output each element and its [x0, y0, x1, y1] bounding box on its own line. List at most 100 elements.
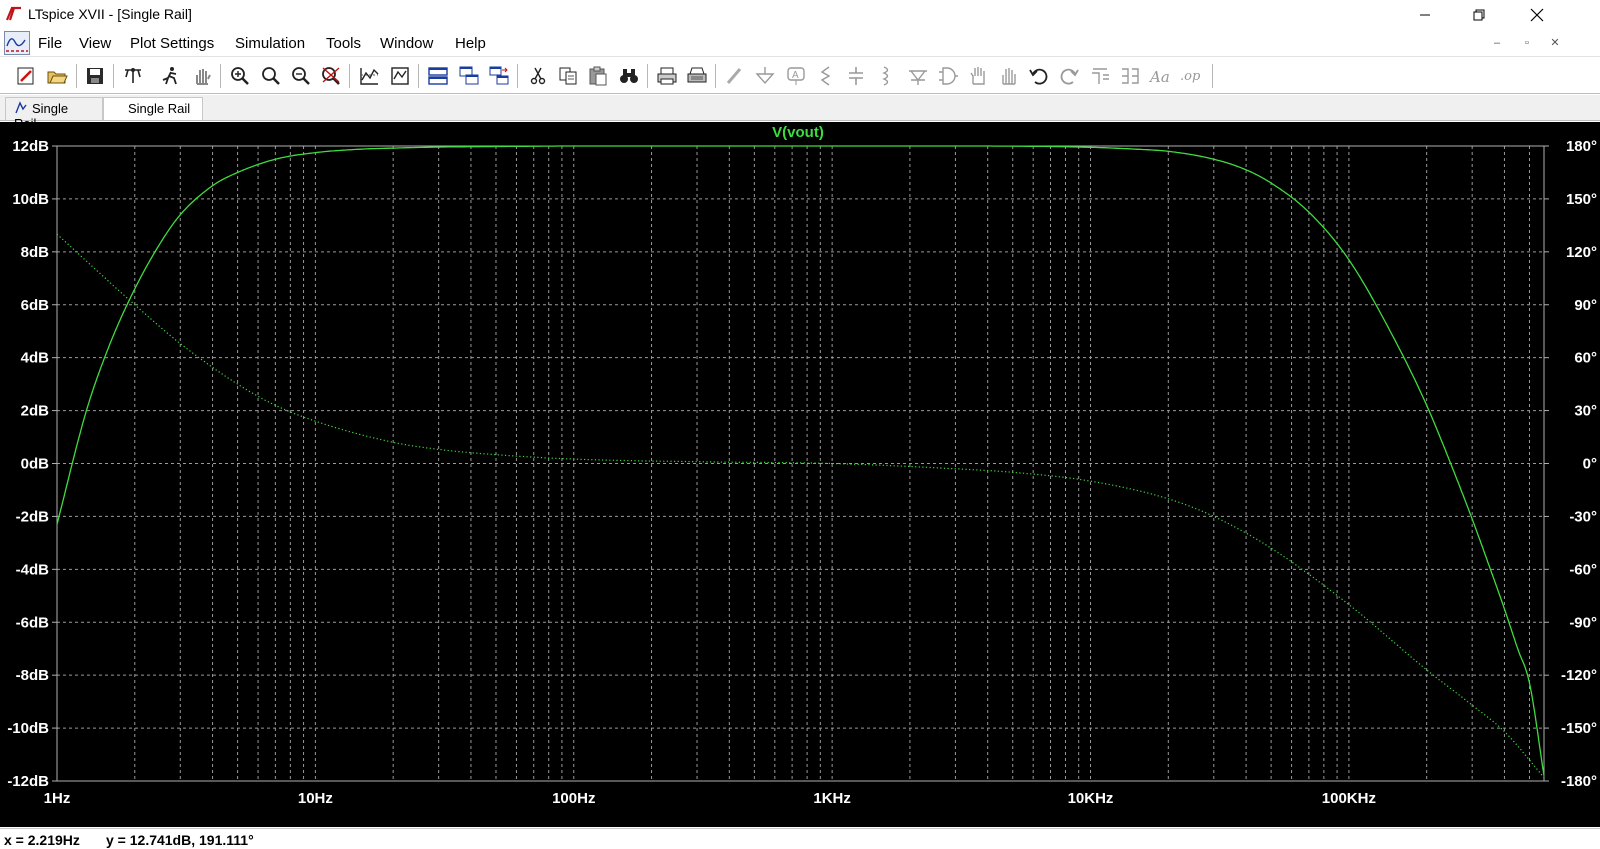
cursor-x-readout: x = 2.219Hz [4, 832, 80, 848]
resistor-button[interactable] [813, 63, 839, 89]
print-icon [687, 67, 707, 83]
print-button[interactable] [684, 63, 710, 89]
zoom-fit-button[interactable] [318, 63, 344, 89]
mdi-restore-button[interactable]: ▫ [1518, 34, 1536, 52]
move-button[interactable] [965, 63, 991, 89]
copy-button[interactable] [555, 63, 581, 89]
menu-plot-settings[interactable]: Plot Settings [130, 35, 214, 52]
redo-button[interactable] [1056, 63, 1082, 89]
cut-icon [530, 67, 546, 85]
drag-button[interactable] [995, 63, 1021, 89]
title-bar: LTspice XVII - [Single Rail] [0, 0, 1600, 30]
right-axis-tick-label: -90° [1569, 614, 1597, 631]
minimize-button[interactable] [1402, 0, 1448, 30]
right-axis-labels: 180° 150° 120° 90° 60° 30° 0° -30° -60° -90° -120°… [1544, 138, 1597, 790]
left-axis-tick-label: -8dB [16, 667, 50, 684]
waveform-window-icon[interactable] [4, 31, 30, 55]
print-preview-button[interactable] [654, 63, 680, 89]
menu-tools[interactable]: Tools [326, 35, 361, 52]
magnitude-trace[interactable] [56, 145, 1545, 776]
label-net-icon: A [787, 67, 805, 85]
restore-icon [1473, 9, 1485, 21]
toolbar: A Aa .op [0, 58, 1600, 94]
diode-button[interactable] [905, 63, 931, 89]
trace-label[interactable]: V(vout) [772, 124, 824, 141]
mdi-minimize-button[interactable]: – [1488, 34, 1506, 52]
cascade-button[interactable] [456, 63, 482, 89]
right-axis-tick-label: -120° [1561, 667, 1597, 684]
label-net-button[interactable]: A [783, 63, 809, 89]
rotate-button[interactable] [1087, 63, 1113, 89]
control-panel-button[interactable] [120, 63, 146, 89]
waveform-window-glyph-icon [6, 38, 28, 52]
inductor-icon [882, 66, 889, 86]
save-icon [87, 68, 103, 84]
menu-help[interactable]: Help [455, 35, 486, 52]
left-axis-tick-label: 2dB [21, 403, 50, 420]
run-icon [162, 67, 177, 85]
cut-button[interactable] [525, 63, 551, 89]
new-schematic-button[interactable] [13, 63, 39, 89]
left-axis-tick-label: 4dB [21, 350, 50, 367]
tab-single-rail-plot[interactable]: Single Rail [103, 97, 203, 120]
undo-button[interactable] [1026, 63, 1052, 89]
toolbar-separator [1212, 64, 1213, 88]
capacitor-icon [849, 67, 863, 85]
window-title: LTspice XVII - [Single Rail] [28, 6, 192, 22]
save-button[interactable] [82, 63, 108, 89]
open-button[interactable] [44, 63, 70, 89]
print-preview-icon [657, 67, 677, 85]
tile-vertical-icon [489, 66, 509, 85]
ground-button[interactable] [752, 63, 778, 89]
tile-horizontal-button[interactable] [425, 63, 451, 89]
toolbar-separator [220, 64, 221, 88]
autorange-button[interactable] [356, 63, 382, 89]
cascade-icon [459, 66, 479, 85]
menu-window[interactable]: Window [380, 35, 433, 52]
left-axis-labels: 12dB 10dB 8dB 6dB 4dB 2dB 0dB -2dB -4dB -6dB -8dB -… [7, 138, 57, 790]
right-axis-tick-label: -60° [1569, 561, 1597, 578]
find-button[interactable] [616, 63, 642, 89]
minimize-icon [1420, 14, 1430, 16]
text-icon: Aa [1149, 68, 1170, 86]
paste-icon [589, 66, 607, 86]
wire-button[interactable] [722, 63, 748, 89]
mdi-close-button[interactable]: ✕ [1546, 34, 1564, 52]
waveform-plot[interactable]: V(vout) 12dB 10dB 8dB 6dB 4dB 2dB 0dB -2dB -4dB -… [0, 122, 1600, 827]
menu-simulation[interactable]: Simulation [235, 35, 305, 52]
text-button[interactable]: Aa [1147, 63, 1173, 89]
restore-button[interactable] [1456, 0, 1502, 30]
fit-waveform-button[interactable] [387, 63, 413, 89]
drag-icon [1002, 68, 1016, 85]
menu-file[interactable]: File [38, 35, 62, 52]
menu-view[interactable]: View [79, 35, 111, 52]
copy-icon [559, 67, 577, 85]
paste-button[interactable] [585, 63, 611, 89]
spice-directive-button[interactable]: .op [1177, 63, 1203, 89]
tile-vertical-button[interactable] [486, 63, 512, 89]
run-button[interactable] [157, 63, 183, 89]
close-button[interactable] [1514, 0, 1560, 30]
right-axis-tick-label: 30° [1574, 403, 1597, 420]
inductor-button[interactable] [873, 63, 899, 89]
right-axis-tick-label: -180° [1561, 773, 1597, 790]
left-axis-tick-label: 8dB [21, 244, 50, 261]
control-panel-icon [125, 68, 141, 83]
tile-horizontal-icon [428, 67, 448, 85]
zoom-area-button[interactable] [227, 63, 253, 89]
left-axis-tick-label: 12dB [12, 138, 49, 155]
autorange-icon [360, 68, 379, 85]
phase-trace[interactable] [56, 233, 1545, 778]
zoom-in-button[interactable] [258, 63, 284, 89]
tab-single-rail-schematic[interactable]: Single Rail [5, 97, 103, 131]
mirror-icon [1122, 68, 1139, 84]
right-axis-tick-label: -150° [1561, 720, 1597, 737]
find-icon [620, 69, 638, 83]
zoom-out-button[interactable] [288, 63, 314, 89]
capacitor-button[interactable] [843, 63, 869, 89]
mirror-button[interactable] [1117, 63, 1143, 89]
component-button[interactable] [935, 63, 961, 89]
toolbar-separator [76, 64, 77, 88]
halt-button[interactable] [189, 63, 215, 89]
x-axis-tick-label: 1Hz [44, 790, 71, 807]
